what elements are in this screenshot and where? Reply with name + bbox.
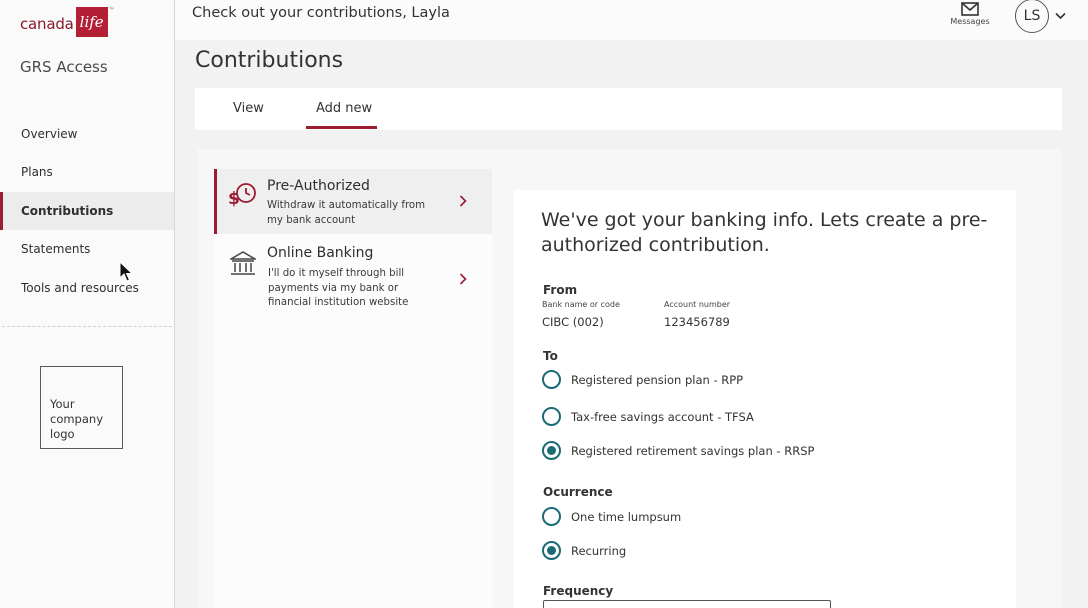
avatar: LS bbox=[1015, 0, 1049, 33]
form-heading: We've got your banking info. Lets create… bbox=[541, 209, 988, 256]
brand-word: canada bbox=[20, 15, 74, 33]
account-number-value: 123456789 bbox=[664, 315, 730, 329]
method-description-line: Withdraw it automatically from bbox=[267, 200, 426, 211]
messages-label: Messages bbox=[950, 17, 990, 26]
method-description-line: my bank account bbox=[267, 214, 356, 226]
company-logo-line: company bbox=[50, 412, 104, 426]
chevron-right-icon bbox=[459, 195, 467, 207]
page-title: Contributions bbox=[195, 48, 344, 73]
radio-button-selected[interactable] bbox=[542, 541, 561, 560]
method-description-line: I'll do it myself through bill bbox=[268, 268, 405, 279]
radio-button[interactable] bbox=[542, 370, 561, 389]
sidebar-nav: Overview Plans Contributions Statements … bbox=[0, 115, 174, 307]
brand-box: life bbox=[75, 7, 108, 37]
radio-one-time-lumpsum[interactable]: One time lumpsum bbox=[542, 507, 681, 526]
method-title: Online Banking bbox=[267, 245, 374, 261]
tab-view[interactable]: View bbox=[233, 101, 264, 116]
sidebar-item-tools-and-resources[interactable]: Tools and resources bbox=[0, 269, 174, 307]
frequency-label: Frequency bbox=[543, 584, 614, 598]
method-online-banking[interactable]: Online Banking I'll do it myself through… bbox=[214, 235, 492, 325]
radio-label: Tax-free savings account - TFSA bbox=[571, 409, 754, 424]
company-logo-line: Your bbox=[50, 397, 75, 411]
tab-add-new[interactable]: Add new bbox=[316, 101, 372, 116]
chevron-right-icon bbox=[459, 273, 467, 285]
method-description: Withdraw it automatically from my bank a… bbox=[267, 199, 425, 228]
radio-tfsa[interactable]: Tax-free savings account - TFSA bbox=[542, 407, 754, 426]
active-tab-indicator bbox=[306, 126, 377, 129]
bank-building-icon bbox=[230, 251, 256, 275]
company-logo-line: logo bbox=[50, 427, 75, 441]
tab-bar: View Add new bbox=[195, 88, 1062, 130]
method-description-line: payments via my bank or bbox=[268, 282, 399, 294]
app-name: GRS Access bbox=[20, 58, 108, 76]
radio-label: Registered retirement savings plan - RRS… bbox=[571, 443, 815, 458]
sidebar-item-statements[interactable]: Statements bbox=[0, 230, 174, 268]
radio-label: Recurring bbox=[571, 543, 627, 558]
contribution-form: We've got your banking info. Lets create… bbox=[514, 190, 1016, 608]
bank-name-value: CIBC (002) bbox=[542, 315, 604, 329]
radio-label: Registered pension plan - RPP bbox=[571, 372, 744, 387]
method-description-line: financial institution website bbox=[268, 297, 409, 308]
sidebar-item-plans[interactable]: Plans bbox=[0, 153, 174, 191]
to-label: To bbox=[543, 349, 558, 363]
company-logo-placeholder: Your company logo bbox=[40, 366, 123, 449]
radio-button[interactable] bbox=[542, 407, 561, 426]
envelope-icon bbox=[961, 2, 979, 16]
radio-label: One time lumpsum bbox=[571, 509, 682, 524]
frequency-select[interactable] bbox=[543, 600, 831, 608]
method-list: $ Pre-Authorized Withdraw it automatical… bbox=[214, 169, 492, 608]
sidebar-item-overview[interactable]: Overview bbox=[0, 115, 174, 153]
account-menu[interactable]: LS bbox=[1015, 0, 1066, 33]
sidebar-item-contributions[interactable]: Contributions bbox=[0, 191, 174, 231]
clock-dollar-icon: $ bbox=[228, 183, 256, 209]
radio-rrsp[interactable]: Registered retirement savings plan - RRS… bbox=[542, 441, 814, 460]
occurrence-label: Ocurrence bbox=[543, 485, 613, 499]
method-title: Pre-Authorized bbox=[267, 178, 370, 194]
greeting-text: Check out your contributions, Layla bbox=[192, 5, 450, 21]
messages-button[interactable]: Messages bbox=[950, 2, 990, 26]
radio-rpp[interactable]: Registered pension plan - RPP bbox=[542, 370, 743, 389]
canada-life-logo[interactable]: canada life ™ bbox=[20, 7, 115, 37]
sidebar-divider bbox=[2, 326, 172, 327]
method-pre-authorized[interactable]: $ Pre-Authorized Withdraw it automatical… bbox=[214, 169, 492, 234]
radio-button[interactable] bbox=[542, 507, 561, 526]
radio-button-selected[interactable] bbox=[542, 441, 561, 460]
from-label: From bbox=[543, 283, 578, 297]
contribution-card: $ Pre-Authorized Withdraw it automatical… bbox=[198, 149, 1062, 608]
svg-text:$: $ bbox=[228, 189, 240, 209]
account-number-label: Account number bbox=[664, 300, 731, 309]
radio-recurring[interactable]: Recurring bbox=[542, 541, 626, 560]
sidebar: canada life ™ GRS Access Overview Plans … bbox=[0, 0, 175, 608]
brand-trademark: ™ bbox=[108, 7, 115, 14]
chevron-down-icon bbox=[1055, 12, 1066, 20]
bank-name-label: Bank name or code bbox=[542, 300, 620, 309]
mouse-cursor-icon bbox=[119, 261, 134, 282]
method-description: I'll do it myself through bill payments … bbox=[268, 267, 408, 311]
